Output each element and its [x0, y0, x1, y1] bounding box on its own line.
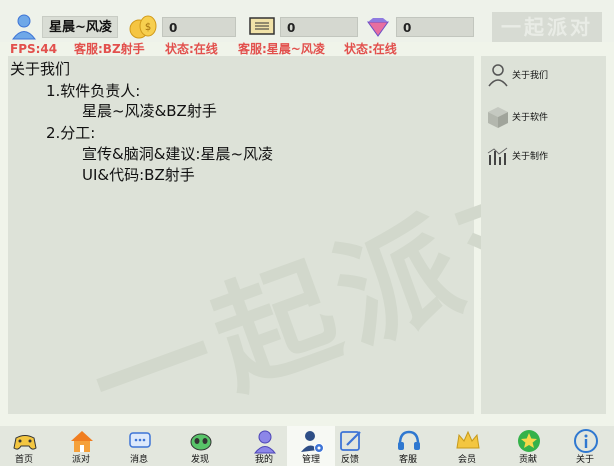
username-box: 星晨~风凌: [42, 16, 118, 38]
person-icon: [488, 64, 508, 87]
sidebar-item-about-us[interactable]: 关于我们: [486, 62, 596, 90]
nav-party[interactable]: 派对: [57, 426, 105, 466]
diamond-icon: [367, 18, 389, 37]
headset-icon: [398, 430, 420, 450]
status-1: 状态:在线: [165, 42, 218, 56]
alien-icon: [190, 433, 212, 451]
avatar-icon[interactable]: [10, 12, 38, 40]
coin-bag-icon: $: [129, 15, 157, 39]
section-heading-1: 1.软件负责人:: [46, 82, 141, 100]
section-text-1: 星晨~风凌&BZ射手: [82, 102, 217, 120]
section-text-2b: UI&代码:BZ射手: [82, 166, 195, 184]
admin-gear-icon: [301, 431, 324, 453]
nav-mine[interactable]: 我的: [240, 426, 288, 466]
nav-membership[interactable]: 会员: [443, 426, 491, 466]
nav-customer-service[interactable]: 客服: [384, 426, 432, 466]
content-panel: 一起派对: [8, 56, 610, 458]
app-logo: 一起派对: [492, 12, 602, 42]
house-icon: [71, 431, 93, 452]
service-agent-1: 客服:BZ射手: [74, 42, 145, 56]
ticket-icon: [249, 17, 275, 35]
star-badge-icon: [518, 430, 540, 452]
nav-discover[interactable]: 发现: [176, 426, 224, 466]
sidebar-item-label: 关于制作: [512, 152, 549, 162]
sidebar-item-label: 关于我们: [512, 71, 549, 81]
coins-value: 0: [162, 17, 236, 37]
crown-icon: [456, 430, 480, 449]
sidebar-item-about-software[interactable]: 关于软件: [486, 104, 596, 132]
sidebar-item-label: 关于软件: [512, 113, 549, 123]
edit-icon: [340, 431, 361, 451]
gamepad-icon: [13, 435, 37, 450]
chat-icon: [129, 432, 151, 448]
cube-icon: [488, 107, 508, 128]
status-2: 状态:在线: [344, 42, 397, 56]
user-icon: [253, 430, 277, 454]
fps-counter: FPS:44: [10, 42, 58, 56]
nav-home[interactable]: 首页: [0, 426, 48, 466]
tickets-value: 0: [280, 17, 358, 37]
info-icon: [574, 429, 598, 453]
nav-contribution[interactable]: 贡献: [504, 426, 552, 466]
nav-about[interactable]: 关于: [561, 426, 609, 466]
section-heading-2: 2.分工:: [46, 124, 96, 142]
svg-text:$: $: [145, 22, 151, 33]
nav-messages[interactable]: 消息: [115, 426, 163, 466]
bar-chart-icon: [487, 147, 508, 165]
page-title: 关于我们: [10, 60, 71, 78]
diamonds-value: 0: [396, 17, 474, 37]
nav-feedback[interactable]: 反馈: [326, 426, 374, 466]
sidebar-item-about-production[interactable]: 关于制作: [486, 143, 596, 171]
section-text-2a: 宣传&脑洞&建议:星晨~风凌: [82, 145, 274, 163]
service-agent-2: 客服:星晨~风凌: [238, 42, 325, 56]
